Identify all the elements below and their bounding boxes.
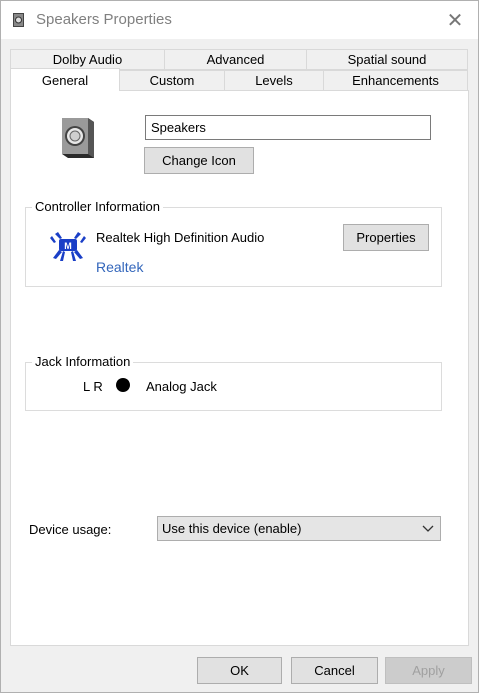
window-title: Speakers Properties: [36, 11, 172, 28]
device-usage-value: Use this device (enable): [162, 521, 302, 536]
button-label: Apply: [412, 663, 445, 678]
jack-type: Analog Jack: [146, 379, 217, 394]
tab-label: Advanced: [206, 52, 265, 67]
manufacturer-link[interactable]: Realtek: [96, 259, 143, 275]
button-label: Properties: [356, 230, 416, 245]
svg-text:M: M: [64, 241, 72, 251]
close-icon: ✕: [446, 9, 464, 32]
device-usage-label: Device usage:: [29, 522, 112, 537]
device-name-input[interactable]: [145, 115, 431, 140]
tab-advanced[interactable]: Advanced: [164, 49, 307, 70]
change-icon-button[interactable]: Change Icon: [144, 147, 254, 174]
tab-label: General: [41, 72, 89, 88]
tab-levels[interactable]: Levels: [224, 70, 324, 91]
speaker-icon: [13, 13, 24, 27]
tab-label: Dolby Audio: [52, 52, 123, 67]
tab-dolby-audio[interactable]: Dolby Audio: [10, 49, 165, 70]
jack-color-dot: [116, 378, 130, 392]
tab-enhancements[interactable]: Enhancements: [323, 70, 468, 91]
tab-label: Spatial sound: [347, 52, 427, 67]
jack-channels: L R: [83, 379, 103, 394]
tab-label: Enhancements: [352, 73, 439, 88]
button-label: Cancel: [314, 663, 355, 678]
ok-button[interactable]: OK: [197, 657, 282, 684]
cancel-button[interactable]: Cancel: [291, 657, 378, 684]
jack-info-legend: Jack Information: [32, 354, 134, 369]
controller-info-legend: Controller Information: [32, 199, 163, 214]
jack-info-group: Jack Information L R Analog Jack: [25, 354, 442, 411]
controller-name: Realtek High Definition Audio: [96, 230, 265, 245]
dialog-window: Speakers Properties ✕ Dolby Audio Advanc…: [0, 0, 479, 693]
device-usage-select[interactable]: Use this device (enable): [157, 516, 441, 541]
speaker-device-icon: [62, 118, 94, 158]
tab-label: Levels: [255, 73, 293, 88]
button-label: OK: [230, 663, 249, 678]
close-button[interactable]: ✕: [432, 1, 478, 39]
button-label: Change Icon: [162, 153, 236, 168]
chevron-down-icon: [422, 525, 434, 532]
tab-label: Custom: [149, 73, 195, 88]
title-bar: Speakers Properties ✕: [1, 1, 478, 39]
realtek-crab-icon: M: [50, 232, 86, 261]
controller-info-group: Controller Information M Realtek High De…: [25, 199, 442, 287]
tab-custom[interactable]: Custom: [119, 70, 225, 91]
apply-button[interactable]: Apply: [385, 657, 472, 684]
controller-properties-button[interactable]: Properties: [343, 224, 429, 251]
tab-spatial-sound[interactable]: Spatial sound: [306, 49, 468, 70]
tab-general[interactable]: General: [10, 68, 120, 91]
general-panel: Change Icon Controller Information M: [10, 90, 469, 646]
